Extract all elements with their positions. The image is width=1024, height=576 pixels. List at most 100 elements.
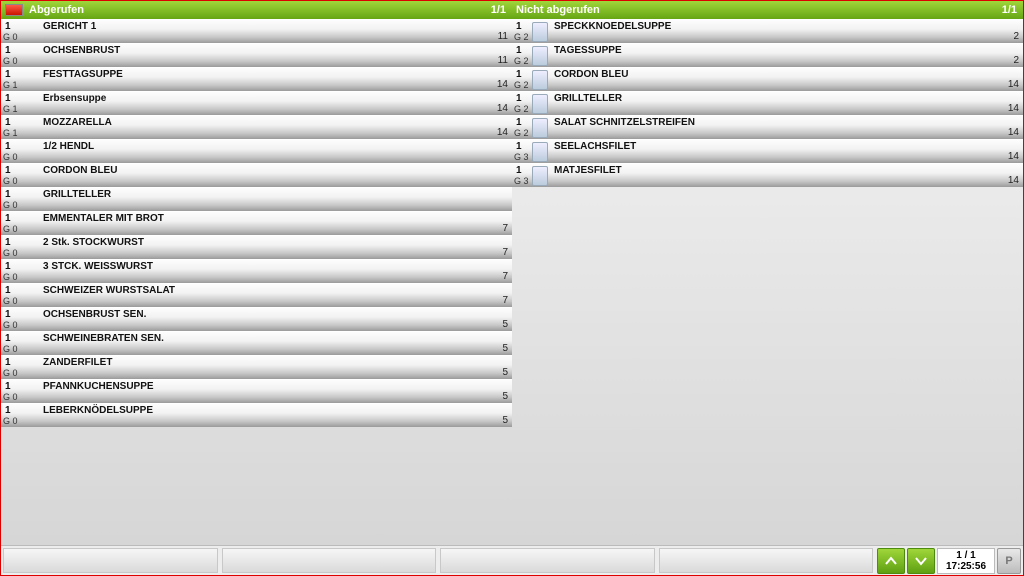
list-item[interactable]: 1MATJESFILETG 314 xyxy=(512,163,1023,187)
footer-page: 1 / 1 xyxy=(956,550,975,561)
footer-slot-3[interactable] xyxy=(440,548,655,573)
nav-down-button[interactable] xyxy=(907,548,935,574)
list-item[interactable]: 1 3 STCK. WEISSWURSTG 07 xyxy=(1,259,512,283)
table-chip xyxy=(532,118,548,138)
item-qty: 1 xyxy=(516,141,522,152)
item-qty: 1 xyxy=(516,45,522,56)
item-value: 14 xyxy=(497,103,508,114)
item-qty: 1 xyxy=(5,333,11,344)
item-qty: 1 xyxy=(5,69,11,80)
right-header: Nicht abgerufen 1/1 xyxy=(512,1,1023,19)
item-value: 14 xyxy=(1008,151,1019,162)
table-chip xyxy=(532,46,548,66)
item-value: 14 xyxy=(1008,175,1019,186)
list-item[interactable]: 1SCHWEIZER WURSTSALATG 07 xyxy=(1,283,512,307)
item-group: G 0 xyxy=(3,416,18,426)
item-qty: 1 xyxy=(516,93,522,104)
list-item[interactable]: 1CORDON BLEUG 214 xyxy=(512,67,1023,91)
item-qty: 1 xyxy=(516,69,522,80)
item-group: G 0 xyxy=(3,368,18,378)
columns: Abgerufen 1/1 1GERICHT 1G 0111OCHSENBRUS… xyxy=(1,1,1023,545)
list-item[interactable]: 1ZANDERFILETG 05 xyxy=(1,355,512,379)
item-name: CORDON BLEU xyxy=(554,69,628,80)
list-item[interactable]: 1 PFANNKUCHENSUPPE G 0 5 xyxy=(1,379,512,403)
item-group: G 0 xyxy=(3,320,18,330)
list-item[interactable]: 1 EMMENTALER MIT BROT G 0 7 xyxy=(1,211,512,235)
item-value: 5 xyxy=(502,415,508,426)
item-name: PFANNKUCHENSUPPE xyxy=(43,381,154,392)
item-value: 14 xyxy=(497,127,508,138)
chevron-down-icon xyxy=(915,556,927,566)
item-name: SPECKKNOEDELSUPPE xyxy=(554,21,671,32)
item-group: G 0 xyxy=(3,152,18,162)
item-value: 11 xyxy=(498,55,508,66)
table-chip xyxy=(532,166,548,186)
list-item[interactable]: 1 2 Stk. STOCKWURSTG 07 xyxy=(1,235,512,259)
list-item[interactable]: 1MOZZARELLAG 114 xyxy=(1,115,512,139)
item-qty: 1 xyxy=(5,213,11,224)
footer-slot-2[interactable] xyxy=(222,548,437,573)
list-item[interactable]: 1OCHSENBRUST SEN.G 05 xyxy=(1,307,512,331)
left-title: Abgerufen xyxy=(29,4,491,16)
list-item[interactable]: 1LEBERKNÖDELSUPPEG 05 xyxy=(1,403,512,427)
list-item[interactable]: 1ErbsensuppeG 114 xyxy=(1,91,512,115)
item-qty: 1 xyxy=(5,117,11,128)
item-group: G 2 xyxy=(514,104,529,114)
item-value: 5 xyxy=(502,319,508,330)
list-item[interactable]: 1SALAT SCHNITZELSTREIFENG 214 xyxy=(512,115,1023,139)
item-name: TAGESSUPPE xyxy=(554,45,622,56)
item-name: EMMENTALER MIT BROT xyxy=(43,213,164,224)
item-name: SCHWEINEBRATEN SEN. xyxy=(43,333,164,344)
item-qty: 1 xyxy=(5,189,11,200)
item-name: SEELACHSFILET xyxy=(554,141,636,152)
status-chip-red xyxy=(5,4,23,16)
nav-up-button[interactable] xyxy=(877,548,905,574)
item-group: G 3 xyxy=(514,152,529,162)
list-item[interactable]: 1GRILLTELLERG 214 xyxy=(512,91,1023,115)
item-group: G 2 xyxy=(514,128,529,138)
item-name: GERICHT 1 xyxy=(43,21,96,32)
list-item[interactable]: 1CORDON BLEUG 0 xyxy=(1,163,512,187)
footer-slot-4[interactable] xyxy=(659,548,874,573)
item-group: G 0 xyxy=(3,224,18,234)
item-group: G 0 xyxy=(3,344,18,354)
p-button[interactable]: P xyxy=(997,548,1021,574)
right-rows: 1SPECKKNOEDELSUPPEG 22 1 TAGESSUPPE G 2 2 1 CO… xyxy=(512,19,1023,545)
list-item[interactable]: 1GERICHT 1G 011 xyxy=(1,19,512,43)
item-group: G 0 xyxy=(3,176,18,186)
item-group: G 2 xyxy=(514,56,529,66)
list-item[interactable]: 1FESTTAGSUPPEG 114 xyxy=(1,67,512,91)
list-item[interactable]: 1TAGESSUPPEG 22 xyxy=(512,43,1023,67)
list-item[interactable]: 1 SEELACHSFILET G 3 14 xyxy=(512,139,1023,163)
item-name: MOZZARELLA xyxy=(43,117,112,128)
item-value: 5 xyxy=(502,367,508,378)
left-page: 1/1 xyxy=(491,4,512,16)
list-item[interactable]: 1OCHSENBRUSTG 011 xyxy=(1,43,512,67)
item-value: 14 xyxy=(497,79,508,90)
item-value: 5 xyxy=(502,391,508,402)
item-value: 7 xyxy=(502,271,508,282)
item-group: G 1 xyxy=(3,104,18,114)
list-item[interactable]: 1SCHWEINEBRATEN SEN.G 05 xyxy=(1,331,512,355)
item-value: 7 xyxy=(502,295,508,306)
item-value: 14 xyxy=(1008,127,1019,138)
item-name: Erbsensuppe xyxy=(43,93,106,104)
item-name: FESTTAGSUPPE xyxy=(43,69,123,80)
table-chip xyxy=(532,70,548,90)
item-value: 2 xyxy=(1013,31,1019,42)
item-group: G 0 xyxy=(3,32,18,42)
list-item[interactable]: 1GRILLTELLERG 0 xyxy=(1,187,512,211)
item-qty: 1 xyxy=(5,405,11,416)
item-group: G 0 xyxy=(3,200,18,210)
list-item[interactable]: 11/2 HENDLG 0 xyxy=(1,139,512,163)
item-group: G 0 xyxy=(3,272,18,282)
item-qty: 1 xyxy=(5,381,11,392)
item-name: OCHSENBRUST SEN. xyxy=(43,309,146,320)
item-name: 3 STCK. WEISSWURST xyxy=(43,261,153,272)
item-value: 7 xyxy=(502,223,508,234)
list-item[interactable]: 1SPECKKNOEDELSUPPEG 22 xyxy=(512,19,1023,43)
item-group: G 0 xyxy=(3,392,18,402)
footer-slot-1[interactable] xyxy=(3,548,218,573)
item-qty: 1 xyxy=(516,165,522,176)
item-qty: 1 xyxy=(5,141,11,152)
